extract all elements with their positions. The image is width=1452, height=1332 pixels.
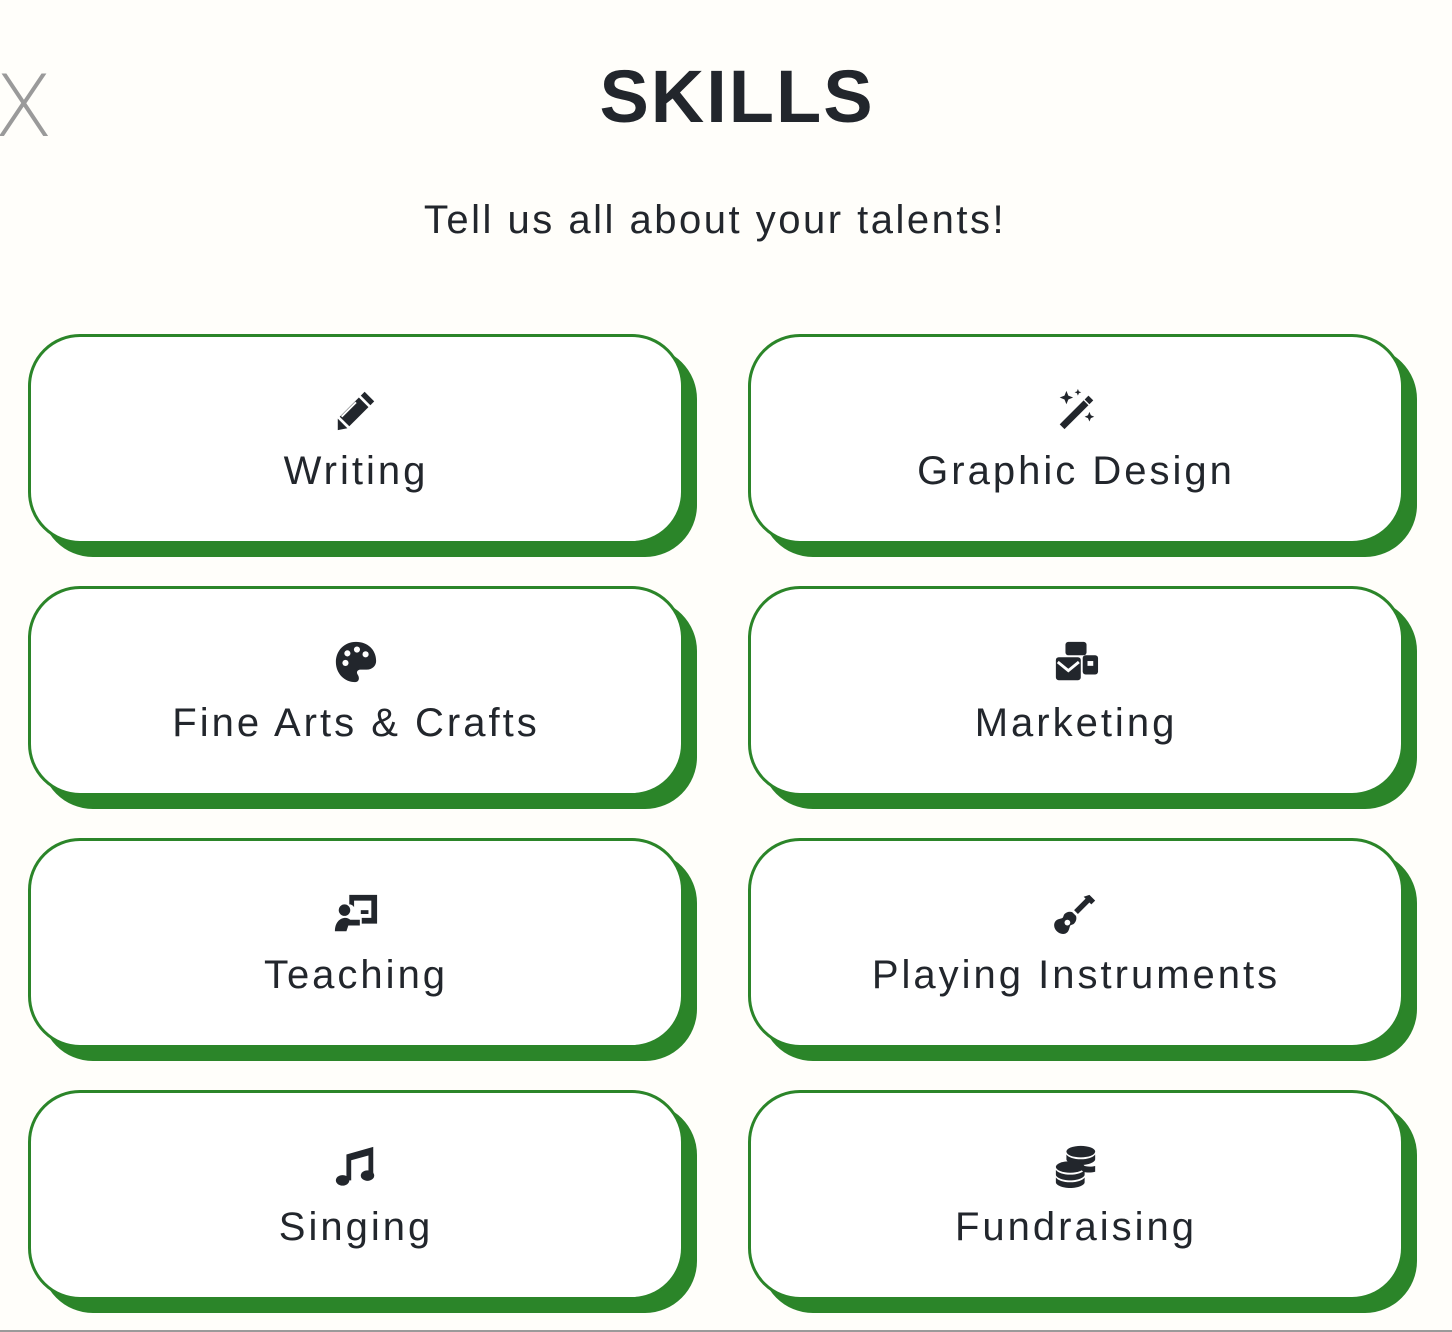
teacher-board-icon <box>334 894 378 931</box>
skill-card-fundraising[interactable]: Fundraising <box>748 1090 1404 1300</box>
skill-label: Fundraising <box>954 1204 1197 1249</box>
coins-icon <box>1055 1145 1096 1188</box>
palette-icon <box>335 641 377 682</box>
music-note-icon <box>335 1146 375 1186</box>
skills-page: X SKILLS Tell us all about your talents!… <box>0 0 1452 1332</box>
skill-label: Graphic Design <box>917 448 1235 493</box>
skill-label: Writing <box>283 448 429 493</box>
skill-card-marketing[interactable]: Marketing <box>748 586 1404 796</box>
skill-label: Fine Arts & Crafts <box>172 700 540 745</box>
skill-card-playing-instruments[interactable]: Playing Instruments <box>748 838 1404 1048</box>
skills-grid: Writing Graphic Design Fine Arts & Craft… <box>28 334 1404 1300</box>
page-title: SKILLS <box>599 55 875 138</box>
skill-card-graphic-design[interactable]: Graphic Design <box>748 334 1404 544</box>
mail-bulk-icon <box>1055 641 1099 680</box>
skill-label: Playing Instruments <box>871 952 1281 997</box>
skill-card-singing[interactable]: Singing <box>28 1090 684 1300</box>
skill-card-fine-arts-crafts[interactable]: Fine Arts & Crafts <box>28 586 684 796</box>
magic-wand-icon <box>1059 388 1095 429</box>
skill-label: Marketing <box>974 700 1178 745</box>
pencil-icon <box>337 391 375 430</box>
skill-label: Singing <box>278 1204 434 1249</box>
skill-card-writing[interactable]: Writing <box>28 334 684 544</box>
guitar-icon <box>1054 894 1096 934</box>
skill-card-teaching[interactable]: Teaching <box>28 838 684 1048</box>
skill-label: Teaching <box>263 952 449 997</box>
page-subtitle: Tell us all about your talents! <box>423 198 1007 242</box>
